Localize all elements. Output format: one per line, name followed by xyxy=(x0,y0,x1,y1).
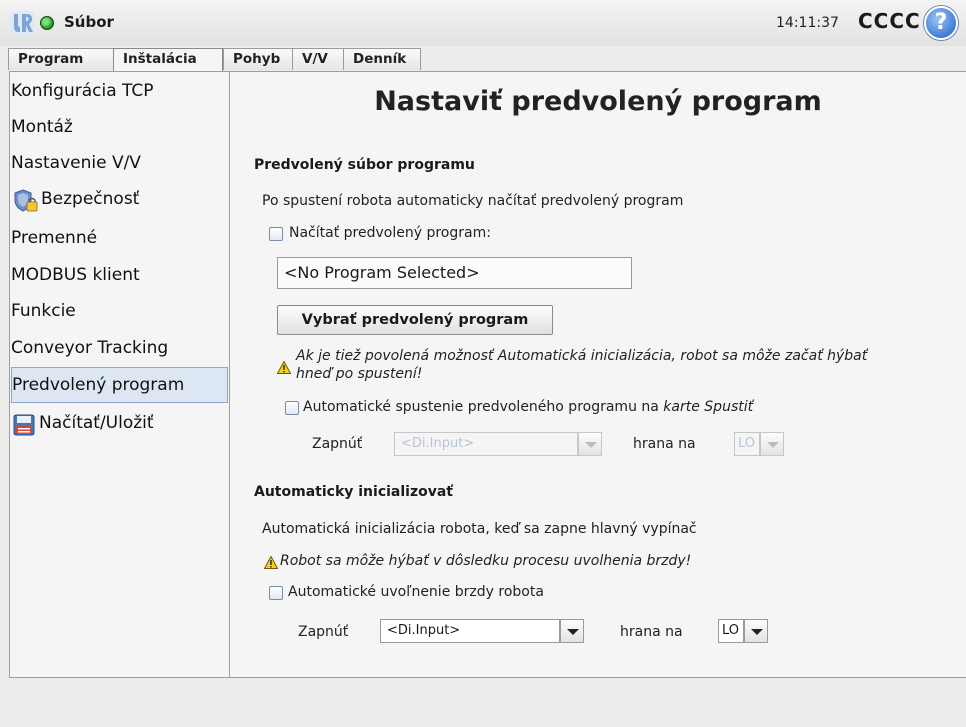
sidebar-item-label: Konfigurácia TCP xyxy=(11,81,154,101)
brake-release-warning: Robot sa môže hýbať v dôsledku procesu u… xyxy=(280,553,692,569)
sidebar-item-label: Načítať/Uložiť xyxy=(39,413,154,433)
select-default-program-button[interactable]: Vybrať predvolený program xyxy=(277,305,553,335)
tab-io[interactable]: V/V xyxy=(292,48,344,70)
brake-input-select[interactable]: <Di.Input> xyxy=(380,619,560,643)
sidebar-item-label: Funkcie xyxy=(11,301,76,321)
sidebar-item-default-program[interactable]: Predvolený program xyxy=(11,367,228,403)
auto-brake-release-label: Automatické uvoľnenie brzdy robota xyxy=(288,584,544,600)
sidebar-item-mounting[interactable]: Montáž xyxy=(11,110,228,146)
robot-status-indicator xyxy=(40,16,54,30)
autostart-edge-label: hrana na xyxy=(633,436,696,452)
installation-sidebar: Konfigurácia TCP Montáž Nastavenie V/V B… xyxy=(9,71,230,678)
autostart-input-dropdown-icon[interactable] xyxy=(578,432,602,456)
tab-move[interactable]: Pohyb xyxy=(223,48,293,70)
autostart-program-checkbox[interactable] xyxy=(285,401,299,415)
universal-robots-logo-icon xyxy=(10,11,34,35)
run-tab-reference: karte Spustiť xyxy=(663,399,754,415)
load-default-program-checkbox[interactable] xyxy=(269,227,283,241)
sidebar-item-label: Premenné xyxy=(11,228,98,248)
autostart-trigger-label: Zapnúť xyxy=(312,436,363,452)
sidebar-item-label: Nastavenie V/V xyxy=(11,153,141,173)
sidebar-item-features[interactable]: Funkcie xyxy=(11,294,228,330)
autostart-edge-dropdown-icon[interactable] xyxy=(760,432,784,456)
autostart-program-label: Automatické spustenie predvoleného progr… xyxy=(303,399,753,415)
autostart-label-text: Automatické spustenie predvoleného progr… xyxy=(303,399,664,415)
floppy-disk-icon xyxy=(13,414,35,436)
load-default-program-label: Načítať predvolený program: xyxy=(289,225,491,241)
page-title: Nastaviť predvolený program xyxy=(374,86,822,117)
autostart-edge-select[interactable]: LO xyxy=(734,432,760,456)
sidebar-item-tcp-configuration[interactable]: Konfigurácia TCP xyxy=(11,74,228,110)
sidebar-item-modbus-client[interactable]: MODBUS klient xyxy=(11,258,228,294)
brake-edge-select[interactable]: LO xyxy=(718,619,744,643)
brake-edge-label: hrana na xyxy=(620,624,683,640)
sidebar-item-variables[interactable]: Premenné xyxy=(11,221,228,257)
brake-trigger-label: Zapnúť xyxy=(298,624,349,640)
auto-init-heading: Automaticky inicializovať xyxy=(254,484,453,500)
title-bar: Súbor 14:11:37 CCCC ? xyxy=(0,0,966,46)
sidebar-item-label: Bezpečnosť xyxy=(41,189,140,209)
security-shield-lock-icon xyxy=(14,189,38,212)
tab-log[interactable]: Denník xyxy=(343,48,421,70)
file-menu[interactable]: Súbor xyxy=(64,13,114,31)
robot-name: CCCC xyxy=(858,9,921,33)
auto-brake-release-checkbox[interactable] xyxy=(269,586,283,600)
sidebar-item-io-setup[interactable]: Nastavenie V/V xyxy=(11,146,228,182)
auto-init-description: Automatická inicializácia robota, keď sa… xyxy=(262,521,697,537)
sidebar-item-conveyor-tracking[interactable]: Conveyor Tracking xyxy=(11,331,228,367)
warning-icon xyxy=(264,556,278,569)
sidebar-item-label: Montáž xyxy=(11,117,73,137)
sidebar-item-label: Predvolený program xyxy=(12,375,185,395)
warning-icon xyxy=(277,361,291,374)
default-file-heading: Predvolený súbor programu xyxy=(254,157,475,173)
default-file-description: Po spustení robota automaticky načítať p… xyxy=(262,193,684,209)
tab-installation[interactable]: Inštalácia xyxy=(113,48,223,72)
program-path-field: <No Program Selected> xyxy=(277,257,632,289)
brake-input-dropdown-icon[interactable] xyxy=(560,619,584,643)
sidebar-item-load-save[interactable]: Načítať/Uložiť xyxy=(11,406,228,442)
tab-program[interactable]: Program xyxy=(8,48,114,70)
main-tabs: Program Inštalácia Pohyb V/V Denník xyxy=(0,48,966,72)
autoinit-warning-line2: hneď po spustení! xyxy=(296,366,423,382)
autoinit-warning-line1: Ak je tiež povolená možnosť Automatická … xyxy=(296,348,868,364)
autostart-input-select[interactable]: <Di.Input> xyxy=(394,432,578,456)
sidebar-item-label: Conveyor Tracking xyxy=(11,338,169,358)
sidebar-item-label: MODBUS klient xyxy=(11,265,140,285)
help-icon[interactable]: ? xyxy=(924,6,958,40)
bottom-bar xyxy=(0,680,966,727)
default-program-panel: Nastaviť predvolený program Predvolený s… xyxy=(230,71,966,678)
clock: 14:11:37 xyxy=(776,15,839,31)
sidebar-item-security[interactable]: Bezpečnosť xyxy=(11,182,228,218)
brake-edge-dropdown-icon[interactable] xyxy=(744,619,768,643)
